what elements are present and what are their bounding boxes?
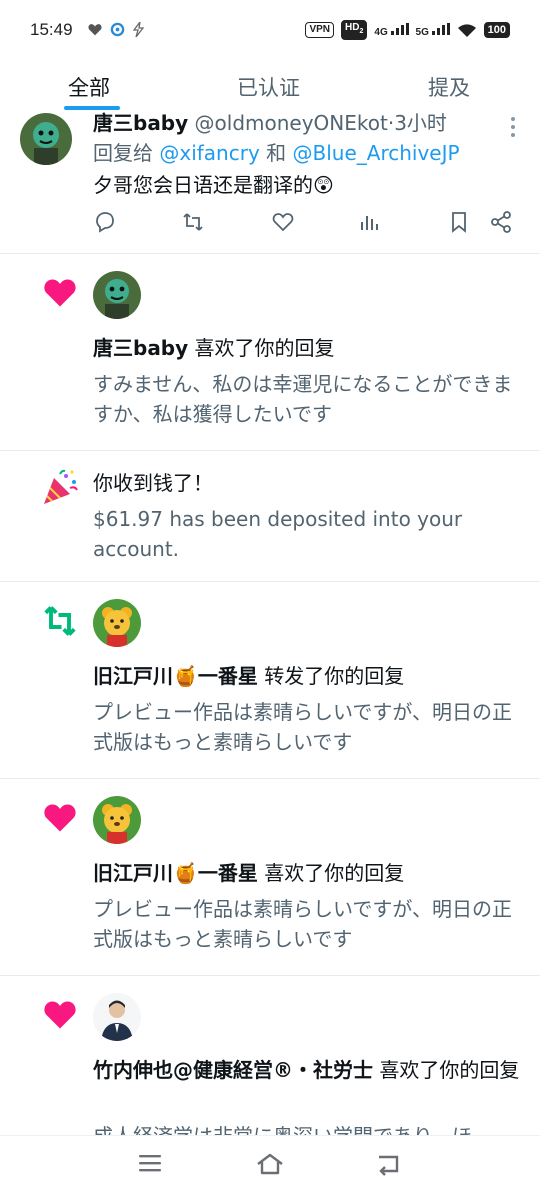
- home-icon[interactable]: [255, 1152, 285, 1176]
- notification-like[interactable]: 竹内伸也@健康経営®・社労士 喜欢了你的回复 成人経済学は非常に奥深い学問であり…: [0, 975, 540, 1135]
- money-title: 你收到钱了！: [93, 471, 213, 495]
- goblin-avatar-image: [93, 271, 141, 319]
- heart-status-icon: [88, 24, 102, 36]
- notification-headline: 竹内伸也@健康経営®・社労士 喜欢了你的回复: [93, 1055, 520, 1085]
- user-name[interactable]: 竹内伸也@健康経営®・社労士: [93, 1058, 373, 1082]
- hd-badge: HD2: [341, 20, 368, 40]
- menu-icon[interactable]: [138, 1152, 162, 1174]
- signal-4g: 4G: [374, 22, 409, 38]
- signal-5g: 5G: [416, 22, 450, 38]
- status-left-icons: [88, 22, 144, 37]
- user-name[interactable]: 旧江戸川🍯一番星: [93, 664, 258, 688]
- mention-link[interactable]: @Blue_ArchiveJP: [293, 141, 460, 165]
- reply-context: 回复给 @xifancry 和 @Blue_ArchiveJP: [93, 138, 520, 168]
- tweet-time: 3小时: [394, 111, 447, 135]
- heart-filled-icon: [44, 804, 76, 832]
- avatar[interactable]: [93, 599, 141, 647]
- notification-action: 喜欢了你的回复: [194, 336, 335, 360]
- notification-money[interactable]: 你收到钱了！ $61.97 has been deposited into yo…: [0, 450, 540, 582]
- bear-avatar-image: [93, 599, 141, 647]
- avatar[interactable]: [93, 993, 141, 1041]
- notification-action: 转发了你的回复: [264, 664, 405, 688]
- notification-like[interactable]: 旧江戸川🍯一番星 喜欢了你的回复 プレビュー作品は素晴らしいですが、明日の正式版…: [0, 778, 540, 976]
- status-bar: 15:49 VPN HD2 4G 5G 100: [0, 0, 540, 60]
- tweet-actions: [93, 210, 523, 238]
- notification-action: 喜欢了你的回复: [264, 861, 405, 885]
- bear-avatar-image: [93, 796, 141, 844]
- like-icon[interactable]: [271, 210, 295, 234]
- notification-snippet: すみません、私のは幸運児になることができますか、私は獲得したいです: [93, 372, 513, 426]
- notification-snippet: プレビュー作品は素晴らしいですが、明日の正式版はもっと素晴らしいです: [93, 700, 512, 754]
- reply-icon[interactable]: [93, 210, 117, 234]
- user-name[interactable]: 旧江戸川🍯一番星: [93, 861, 258, 885]
- analytics-icon[interactable]: [357, 210, 381, 234]
- app-status-icon: [110, 22, 125, 37]
- avatar[interactable]: [93, 796, 141, 844]
- money-text: $61.97 has been deposited into your acco…: [93, 507, 463, 561]
- retweet-filled-icon: [44, 606, 76, 636]
- tab-mentions[interactable]: 提及: [428, 72, 470, 102]
- reply-tweet[interactable]: 唐三baby @oldmoneyONEkot·3小时 回复给 @xifancry…: [0, 110, 540, 254]
- status-right: VPN HD2 4G 5G 100: [305, 20, 510, 40]
- notification-snippet: プレビュー作品は素晴らしいですが、明日の正式版はもっと素晴らしいです: [93, 897, 512, 951]
- heart-filled-icon: [44, 1001, 76, 1029]
- mention-link[interactable]: @xifancry: [159, 141, 259, 165]
- heart-filled-icon: [44, 279, 76, 307]
- notification-headline: 唐三baby 喜欢了你的回复: [93, 333, 520, 363]
- tab-verified[interactable]: 已认证: [237, 72, 300, 102]
- notification-like[interactable]: 唐三baby 喜欢了你的回复 すみません、私のは幸運児になることができますか、私…: [0, 253, 540, 451]
- bolt-status-icon: [133, 22, 144, 37]
- signal-bars-icon: [390, 22, 409, 35]
- party-popper-icon: [44, 469, 78, 504]
- notification-headline: 旧江戸川🍯一番星 喜欢了你的回复: [93, 858, 520, 888]
- share-icon[interactable]: [489, 210, 513, 234]
- battery-indicator: 100: [483, 22, 510, 38]
- reply-prefix: 回复给: [93, 141, 153, 165]
- back-icon[interactable]: [376, 1152, 402, 1176]
- more-options-icon[interactable]: [510, 116, 516, 138]
- avatar[interactable]: [93, 271, 141, 319]
- goblin-avatar-image: [20, 113, 72, 165]
- avatar[interactable]: [20, 113, 72, 165]
- retweet-icon[interactable]: [181, 210, 205, 234]
- notification-tabs: 全部 已认证 提及: [0, 60, 540, 110]
- bookmark-icon[interactable]: [447, 210, 471, 234]
- reply-and: 和: [266, 141, 287, 165]
- tab-all[interactable]: 全部: [68, 72, 110, 102]
- notification-snippet: 成人経済学は非常に奥深い学問であり、ほ: [93, 1121, 520, 1135]
- author-name[interactable]: 唐三baby: [93, 111, 188, 135]
- notification-retweet[interactable]: 旧江戸川🍯一番星 转发了你的回复 プレビュー作品は素晴らしいですが、明日の正式版…: [0, 581, 540, 779]
- tweet-text: 夕哥您会日语还是翻译的😲: [93, 173, 334, 197]
- notification-headline: 旧江戸川🍯一番星 转发了你的回复: [93, 661, 520, 691]
- author-handle: @oldmoneyONEkot: [194, 111, 388, 135]
- status-time: 15:49: [30, 20, 73, 39]
- notification-action: 喜欢了你的回复: [379, 1058, 520, 1082]
- tweet-header: 唐三baby @oldmoneyONEkot·3小时: [93, 111, 447, 135]
- signal-bars-icon: [431, 22, 450, 35]
- wifi-icon: [457, 23, 476, 37]
- notifications-feed[interactable]: 唐三baby @oldmoneyONEkot·3小时 回复给 @xifancry…: [0, 110, 540, 1135]
- active-tab-indicator: [64, 106, 120, 110]
- vpn-badge: VPN: [305, 22, 335, 38]
- user-name[interactable]: 唐三baby: [93, 336, 188, 360]
- system-nav-bar: [0, 1135, 540, 1200]
- person-avatar-image: [93, 993, 141, 1041]
